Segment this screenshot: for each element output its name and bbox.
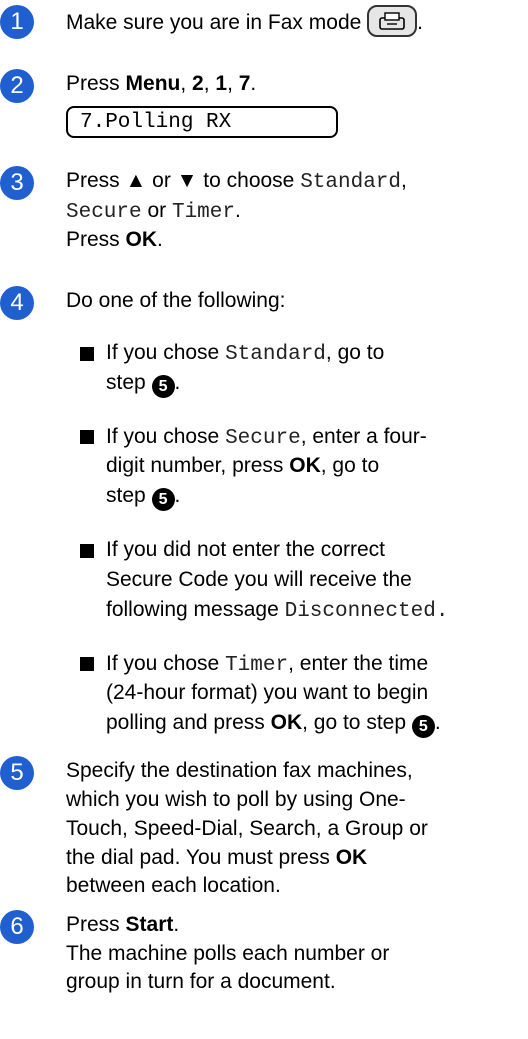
step-5-line-2: which you wish to poll by using One- bbox=[66, 787, 406, 811]
step-6-line-1: Press Start. bbox=[66, 912, 180, 936]
bullet-icon bbox=[80, 346, 94, 361]
step-reference-icon: 5 bbox=[151, 488, 175, 512]
step-6-line-3: group in turn for a document. bbox=[66, 970, 336, 994]
step-6-line-2: The machine polls each number or bbox=[66, 942, 390, 966]
step-5-line-1: Specify the destination fax machines, bbox=[66, 759, 413, 783]
bullet-2-line-3: step 5. bbox=[106, 481, 180, 512]
bullet-1-line-2: step 5. bbox=[106, 368, 180, 398]
step-3-line-2: Secure or Timer. bbox=[66, 198, 241, 224]
fax-mode-icon bbox=[367, 5, 418, 38]
bullet-3-line-1: If you did not enter the correct bbox=[106, 538, 385, 562]
step-number-3: 3 bbox=[0, 165, 34, 200]
step-reference-icon: 5 bbox=[151, 374, 175, 398]
step-number-5: 5 bbox=[0, 756, 34, 791]
step-4-intro: Do one of the following: bbox=[66, 289, 286, 313]
bullet-icon bbox=[80, 657, 94, 672]
bullet-3-line-3: following message Disconnected. bbox=[106, 597, 449, 623]
bullet-2-line-1: If you chose Secure, enter a four- bbox=[106, 424, 427, 450]
step-2-text: Press Menu, 2, 1, 7. bbox=[66, 71, 257, 95]
bullet-4-line-3: polling and press OK, go to step 5. bbox=[106, 708, 441, 739]
step-5-line-4: the dial pad. You must press OK bbox=[66, 845, 368, 869]
bullet-3-line-2: Secure Code you will receive the bbox=[106, 567, 412, 591]
step-number-6: 6 bbox=[0, 909, 34, 944]
step-1-label: Make sure you are in Fax mode bbox=[66, 11, 362, 35]
bullet-4-line-2: (24-hour format) you want to begin bbox=[106, 681, 429, 705]
step-number-1: 1 bbox=[0, 5, 34, 40]
step-3-line-3: Press OK. bbox=[66, 228, 163, 252]
bullet-icon bbox=[80, 543, 94, 558]
step-number-4: 4 bbox=[0, 286, 34, 321]
bullet-icon bbox=[80, 430, 94, 445]
bullet-4-line-1: If you chose Timer, enter the time bbox=[106, 651, 429, 677]
step-1-end: . bbox=[417, 11, 423, 35]
step-3-line-1: Press ▲ or ▼ to choose Standard, bbox=[66, 168, 407, 194]
step-1-text: Make sure you are in Fax mode . bbox=[66, 5, 423, 38]
step-5-line-5: between each location. bbox=[66, 874, 281, 898]
bullet-2-line-2: digit number, press OK, go to bbox=[106, 454, 380, 478]
step-number-2: 2 bbox=[0, 68, 34, 103]
bullet-1-line-1: If you chose Standard, go to bbox=[106, 340, 385, 366]
step-reference-icon: 5 bbox=[411, 715, 435, 739]
step-5-line-3: Touch, Speed-Dial, Search, a Group or bbox=[66, 816, 428, 840]
lcd-display: 7.Polling RX bbox=[66, 105, 338, 138]
